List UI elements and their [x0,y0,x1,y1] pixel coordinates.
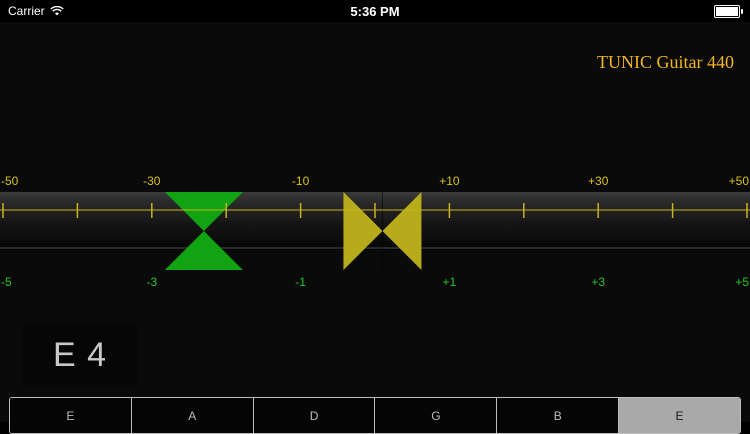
fine-scale-label: +5 [735,275,749,289]
string-button-4[interactable]: G [375,398,498,433]
cents-label: -30 [143,174,161,188]
app-brand-title: TUNIC Guitar 440 [597,52,734,72]
cents-label: -10 [292,174,310,188]
string-button-1[interactable]: E [10,398,132,433]
tuning-meter: -50 -30 -10 +10 +30 +50 -5 -3 -1 +1 +3 +5 [0,174,750,289]
tuner-screen: TUNIC Guitar 440 -50 -30 -10 +10 +30 +50 -5 -3… [0,22,750,434]
fine-scale-label: -3 [146,275,157,289]
fine-scale-label: +3 [591,275,605,289]
status-bar: Carrier 5:36 PM [0,0,750,22]
string-button-5[interactable]: B [497,398,620,433]
cents-label: -50 [1,174,19,188]
fine-scale-label: +1 [443,275,457,289]
fine-scale-label: -5 [1,275,12,289]
string-selector[interactable]: E A D G B E [9,397,741,434]
meter-track [0,192,750,250]
note-display: E 4 [22,325,138,385]
string-button-2[interactable]: A [131,398,254,433]
status-time: 5:36 PM [350,4,400,19]
note-label: E 4 [52,335,108,374]
string-button-3[interactable]: D [253,398,376,433]
cents-label: +10 [439,174,460,188]
battery-icon [714,5,743,18]
cents-label: +30 [588,174,609,188]
string-button-6[interactable]: E [619,398,740,433]
fine-scale-label: -1 [295,275,306,289]
cents-label: +50 [729,174,750,188]
